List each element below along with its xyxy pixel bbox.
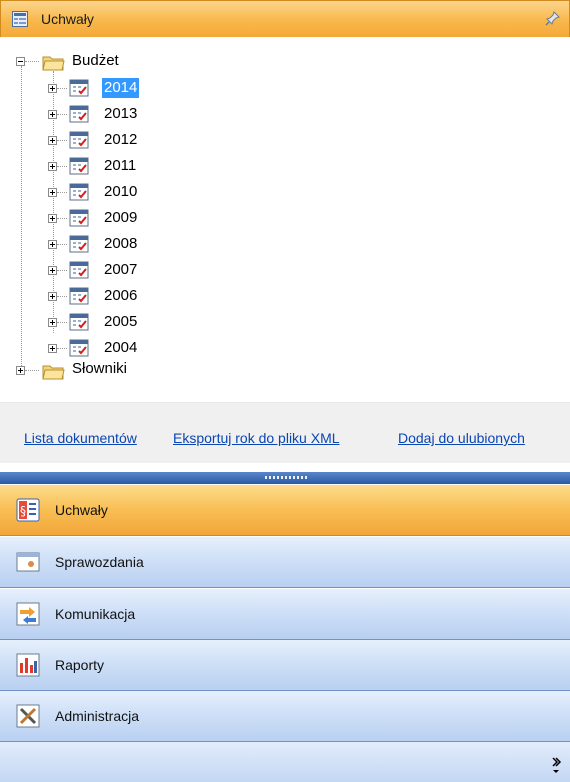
tree-node-year[interactable]: 2013 — [102, 104, 139, 124]
action-links: Lista dokumentów Eksportuj rok do pliku … — [0, 402, 570, 463]
pin-icon[interactable] — [545, 10, 561, 26]
nav-uchwaly[interactable]: § Uchwały — [0, 485, 570, 536]
tree-node-year[interactable]: 2010 — [102, 182, 139, 202]
nav-administracja[interactable]: Administracja — [0, 691, 570, 742]
tools-icon — [16, 704, 40, 728]
calendar-icon — [69, 183, 89, 201]
table-icon — [12, 11, 28, 27]
expand-toggle[interactable] — [48, 136, 57, 145]
list-documents-link[interactable]: Lista dokumentów — [24, 430, 137, 446]
collapse-toggle[interactable] — [16, 57, 25, 66]
bar-chart-icon — [16, 653, 40, 677]
tree-node-year[interactable]: 2009 — [102, 208, 139, 228]
expand-toggle[interactable] — [48, 318, 57, 327]
nav-label: Sprawozdania — [55, 554, 144, 570]
tree-node-year[interactable]: 2004 — [102, 338, 139, 358]
folder-icon — [42, 365, 65, 380]
calendar-icon — [69, 287, 89, 305]
calendar-icon — [69, 339, 89, 357]
tree-node-slowniki[interactable]: Słowniki — [70, 359, 129, 379]
tree-node-year[interactable]: 2012 — [102, 130, 139, 150]
expand-toggle[interactable] — [48, 162, 57, 171]
paragraph-document-icon: § — [16, 498, 40, 522]
calendar-icon — [69, 131, 89, 149]
tree-node-budzet[interactable]: Budżet — [70, 51, 121, 71]
calendar-icon — [69, 261, 89, 279]
tree-node-year[interactable]: 2008 — [102, 234, 139, 254]
expand-toggle[interactable] — [48, 214, 57, 223]
tree-node-year[interactable]: 2007 — [102, 260, 139, 280]
tree-node-year[interactable]: 2005 — [102, 312, 139, 332]
tree-node-year[interactable]: 2011 — [102, 156, 138, 176]
calendar-icon — [69, 105, 89, 123]
calendar-icon — [69, 313, 89, 331]
expand-toggle[interactable] — [48, 292, 57, 301]
expand-toggle[interactable] — [16, 366, 25, 375]
add-favorites-link[interactable]: Dodaj do ulubionych — [398, 430, 525, 446]
expand-toggle[interactable] — [48, 266, 57, 275]
expand-toggle[interactable] — [48, 188, 57, 197]
expand-toggle[interactable] — [48, 344, 57, 353]
tree-node-year[interactable]: 2014 — [102, 78, 140, 98]
export-xml-link[interactable]: Eksportuj rok do pliku XML — [173, 430, 340, 446]
folder-icon — [42, 56, 65, 71]
panel-header: Uchwały — [0, 0, 570, 38]
calendar-icon — [69, 209, 89, 227]
nav-footer — [0, 742, 570, 782]
chevron-double-down-icon[interactable] — [550, 756, 562, 774]
nav-label: Komunikacja — [55, 606, 136, 622]
expand-toggle[interactable] — [48, 110, 57, 119]
nav-komunikacja[interactable]: Komunikacja — [0, 589, 570, 640]
calendar-icon — [69, 157, 89, 175]
report-window-icon — [16, 552, 40, 572]
tree-node-year[interactable]: 2006 — [102, 286, 139, 306]
expand-toggle[interactable] — [48, 84, 57, 93]
panel-title: Uchwały — [41, 11, 94, 27]
nav-label: Raporty — [55, 657, 105, 673]
nav-label: Uchwały — [55, 502, 108, 518]
nav-sprawozdania[interactable]: Sprawozdania — [0, 537, 570, 588]
nav-raporty[interactable]: Raporty — [0, 640, 570, 691]
exchange-arrows-icon — [16, 602, 40, 626]
calendar-icon — [69, 79, 89, 97]
grip-dots — [265, 476, 309, 479]
splitter-handle[interactable] — [0, 472, 570, 484]
expand-toggle[interactable] — [48, 240, 57, 249]
calendar-icon — [69, 235, 89, 253]
nav-label: Administracja — [55, 708, 140, 724]
svg-text:§: § — [20, 504, 26, 518]
tree-view[interactable]: Budżet Słowniki 2014 2013 2012 2011 2010 2009… — [0, 37, 570, 402]
